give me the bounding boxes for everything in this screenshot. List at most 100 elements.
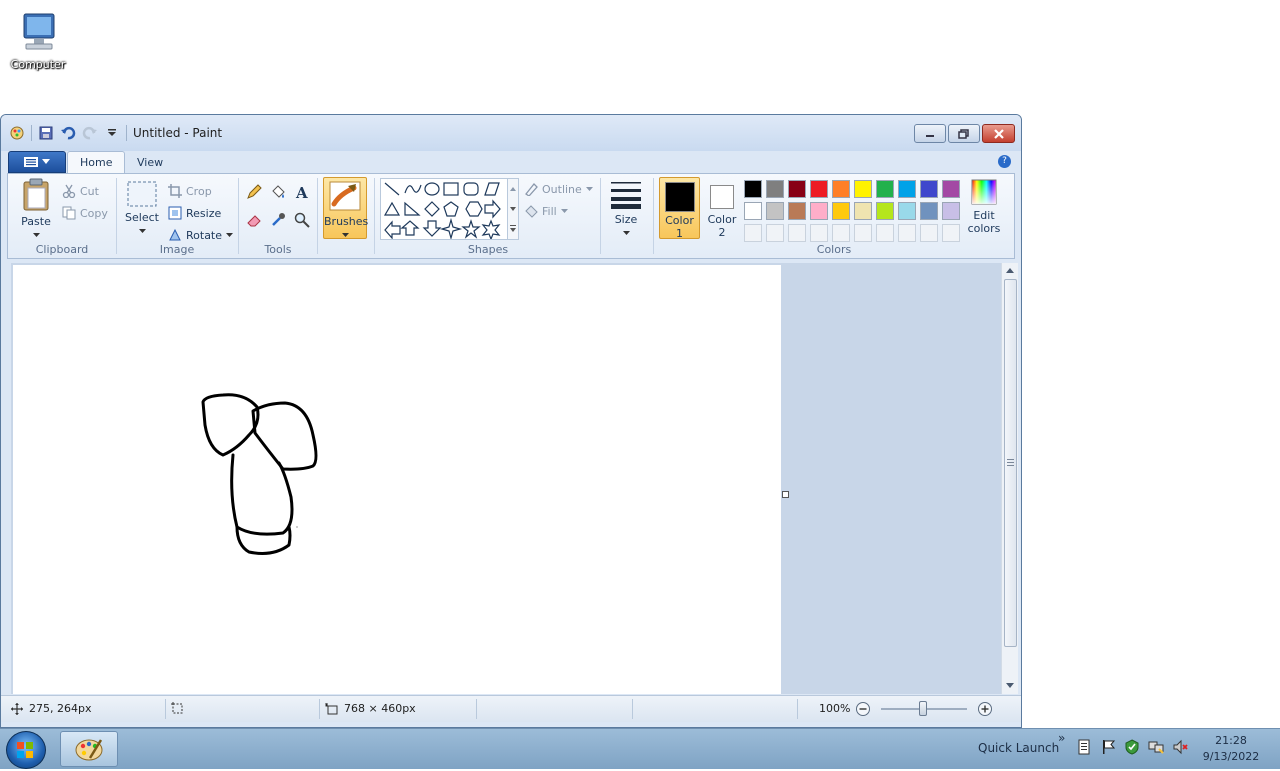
- minimize-button[interactable]: [914, 124, 946, 143]
- palette-swatch[interactable]: [898, 180, 916, 198]
- grip-icon: [1007, 459, 1014, 466]
- magnifier-tool[interactable]: [292, 210, 312, 230]
- action-center-flag-icon[interactable]: [1100, 739, 1116, 755]
- tools-group: A Tools: [240, 174, 316, 258]
- tab-view[interactable]: View: [125, 151, 175, 173]
- palette-swatch[interactable]: [832, 180, 850, 198]
- scroll-down-icon[interactable]: [1003, 678, 1017, 692]
- palette-swatch[interactable]: [920, 202, 938, 220]
- palette-swatch-empty[interactable]: [920, 224, 938, 242]
- help-icon[interactable]: ?: [998, 155, 1011, 168]
- palette-swatch[interactable]: [854, 180, 872, 198]
- start-button[interactable]: [6, 731, 46, 769]
- undo-icon[interactable]: [60, 125, 76, 141]
- fill-tool[interactable]: [268, 182, 288, 202]
- canvas-resize-handle[interactable]: [782, 491, 789, 498]
- quick-launch-chevron[interactable]: »: [1058, 731, 1065, 745]
- crop-icon: [168, 184, 182, 198]
- color1-button[interactable]: Color 1: [659, 177, 700, 240]
- image-group: Select Crop Resize Rotate Image: [118, 174, 236, 258]
- palette-swatch[interactable]: [744, 202, 762, 220]
- palette-swatch[interactable]: [942, 180, 960, 198]
- color2-button[interactable]: Color 2: [702, 177, 742, 239]
- palette-swatch[interactable]: [920, 180, 938, 198]
- canvas-workspace[interactable]: [11, 263, 1001, 694]
- quick-launch-label[interactable]: Quick Launch: [978, 741, 1059, 755]
- clock-time: 21:28: [1215, 734, 1247, 747]
- window-controls: [914, 124, 1015, 143]
- quick-access-toolbar: [9, 125, 127, 141]
- palette-swatch[interactable]: [876, 202, 894, 220]
- zoom-in-button[interactable]: [977, 701, 993, 717]
- desktop-icon-computer[interactable]: Computer: [6, 8, 70, 71]
- customize-qat-icon[interactable]: [104, 125, 120, 141]
- palette-swatch[interactable]: [788, 202, 806, 220]
- palette-swatch-empty[interactable]: [810, 224, 828, 242]
- palette-swatch-empty[interactable]: [942, 224, 960, 242]
- color-palette: [744, 180, 968, 244]
- paste-button[interactable]: Paste: [18, 178, 54, 241]
- palette-swatch-empty[interactable]: [876, 224, 894, 242]
- palette-swatch-empty[interactable]: [788, 224, 806, 242]
- fill-button[interactable]: Fill: [524, 202, 568, 220]
- maximize-button[interactable]: [948, 124, 980, 143]
- scroll-up-icon[interactable]: [1003, 264, 1017, 278]
- palette-swatch[interactable]: [832, 202, 850, 220]
- menu-icon: [24, 157, 38, 167]
- zoom-out-button[interactable]: [855, 701, 871, 717]
- palette-swatch[interactable]: [766, 202, 784, 220]
- taskbar-clock[interactable]: 21:28 9/13/2022: [1200, 733, 1262, 765]
- paste-icon: [23, 178, 49, 211]
- text-tool[interactable]: A: [292, 182, 312, 202]
- palette-swatch-empty[interactable]: [766, 224, 784, 242]
- outline-button[interactable]: Outline: [524, 180, 593, 198]
- crop-button[interactable]: Crop: [168, 182, 212, 200]
- close-button[interactable]: [982, 124, 1015, 143]
- zoom-slider-thumb[interactable]: [919, 701, 927, 716]
- vertical-scrollbar[interactable]: [1001, 263, 1018, 694]
- tab-home[interactable]: Home: [67, 151, 126, 173]
- security-shield-icon[interactable]: [1124, 739, 1140, 755]
- paint-bucket-icon: [272, 185, 285, 198]
- palette-swatch-empty[interactable]: [832, 224, 850, 242]
- drawing-canvas[interactable]: [13, 265, 781, 694]
- palette-swatch-empty[interactable]: [854, 224, 872, 242]
- shapes-gallery-scroll[interactable]: [507, 178, 519, 240]
- palette-swatch[interactable]: [876, 180, 894, 198]
- palette-swatch[interactable]: [788, 180, 806, 198]
- scrollbar-thumb[interactable]: [1004, 279, 1017, 647]
- svg-text:A: A: [295, 184, 308, 200]
- taskbar-paint-button[interactable]: [60, 731, 118, 767]
- network-icon[interactable]: [1148, 739, 1164, 755]
- restore-icon: [958, 128, 969, 139]
- paint-menu-button[interactable]: [8, 151, 66, 173]
- select-button[interactable]: Select: [122, 180, 162, 237]
- redo-icon[interactable]: [82, 125, 98, 141]
- save-icon[interactable]: [38, 125, 54, 141]
- shapes-gallery[interactable]: [380, 178, 508, 241]
- volume-muted-icon[interactable]: [1172, 739, 1188, 755]
- document-icon[interactable]: [1076, 739, 1092, 755]
- copy-button[interactable]: Copy: [62, 204, 108, 222]
- palette-swatch[interactable]: [744, 180, 762, 198]
- eraser-tool[interactable]: [244, 210, 264, 230]
- paint-app-icon[interactable]: [9, 125, 25, 141]
- pencil-tool[interactable]: [244, 182, 264, 202]
- palette-swatch-empty[interactable]: [898, 224, 916, 242]
- rotate-button[interactable]: Rotate: [168, 226, 234, 244]
- cut-button[interactable]: Cut: [62, 182, 99, 200]
- group-separator: [317, 178, 318, 254]
- palette-swatch[interactable]: [898, 202, 916, 220]
- resize-button[interactable]: Resize: [168, 204, 221, 222]
- size-button[interactable]: Size: [606, 178, 646, 239]
- palette-swatch[interactable]: [810, 202, 828, 220]
- brushes-button[interactable]: Brushes: [323, 177, 368, 239]
- palette-swatch[interactable]: [854, 202, 872, 220]
- palette-swatch[interactable]: [766, 180, 784, 198]
- palette-swatch-empty[interactable]: [744, 224, 762, 242]
- color-picker-tool[interactable]: [268, 210, 288, 230]
- palette-swatch[interactable]: [942, 202, 960, 220]
- edit-colors-button[interactable]: Edit colors: [964, 178, 1004, 235]
- title-bar[interactable]: Untitled - Paint: [1, 115, 1021, 151]
- palette-swatch[interactable]: [810, 180, 828, 198]
